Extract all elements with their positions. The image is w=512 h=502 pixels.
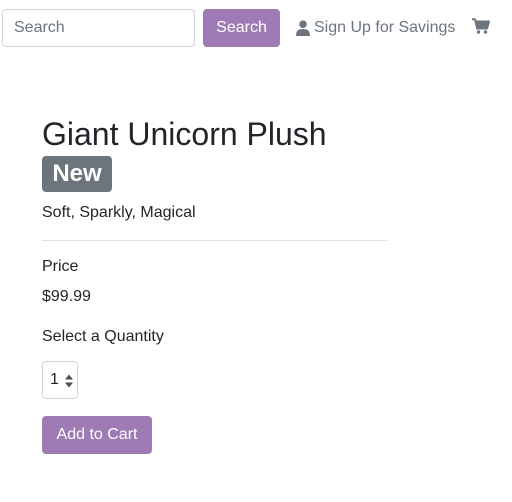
quantity-stepper[interactable]: 1: [42, 361, 78, 399]
add-to-cart-button[interactable]: Add to Cart: [42, 416, 152, 454]
navbar: Search Sign Up for Savings: [0, 0, 512, 56]
product-title: Giant Unicorn Plush: [42, 116, 327, 152]
search-input[interactable]: [2, 9, 195, 47]
shopping-cart-icon: [472, 17, 490, 39]
new-badge: New: [42, 156, 112, 192]
divider: [42, 240, 387, 241]
search-button[interactable]: Search: [203, 9, 280, 47]
price-value: $99.99: [42, 288, 91, 305]
product-description: Soft, Sparkly, Magical: [42, 204, 196, 221]
signup-label: Sign Up for Savings: [314, 19, 456, 36]
quantity-value: 1: [50, 371, 59, 388]
price-label: Price: [42, 258, 79, 275]
quantity-label: Select a Quantity: [42, 328, 164, 345]
cart-button[interactable]: [472, 17, 490, 39]
stepper-arrows-icon[interactable]: [65, 373, 73, 389]
user-icon: [296, 20, 310, 36]
signup-link[interactable]: Sign Up for Savings: [296, 18, 455, 38]
